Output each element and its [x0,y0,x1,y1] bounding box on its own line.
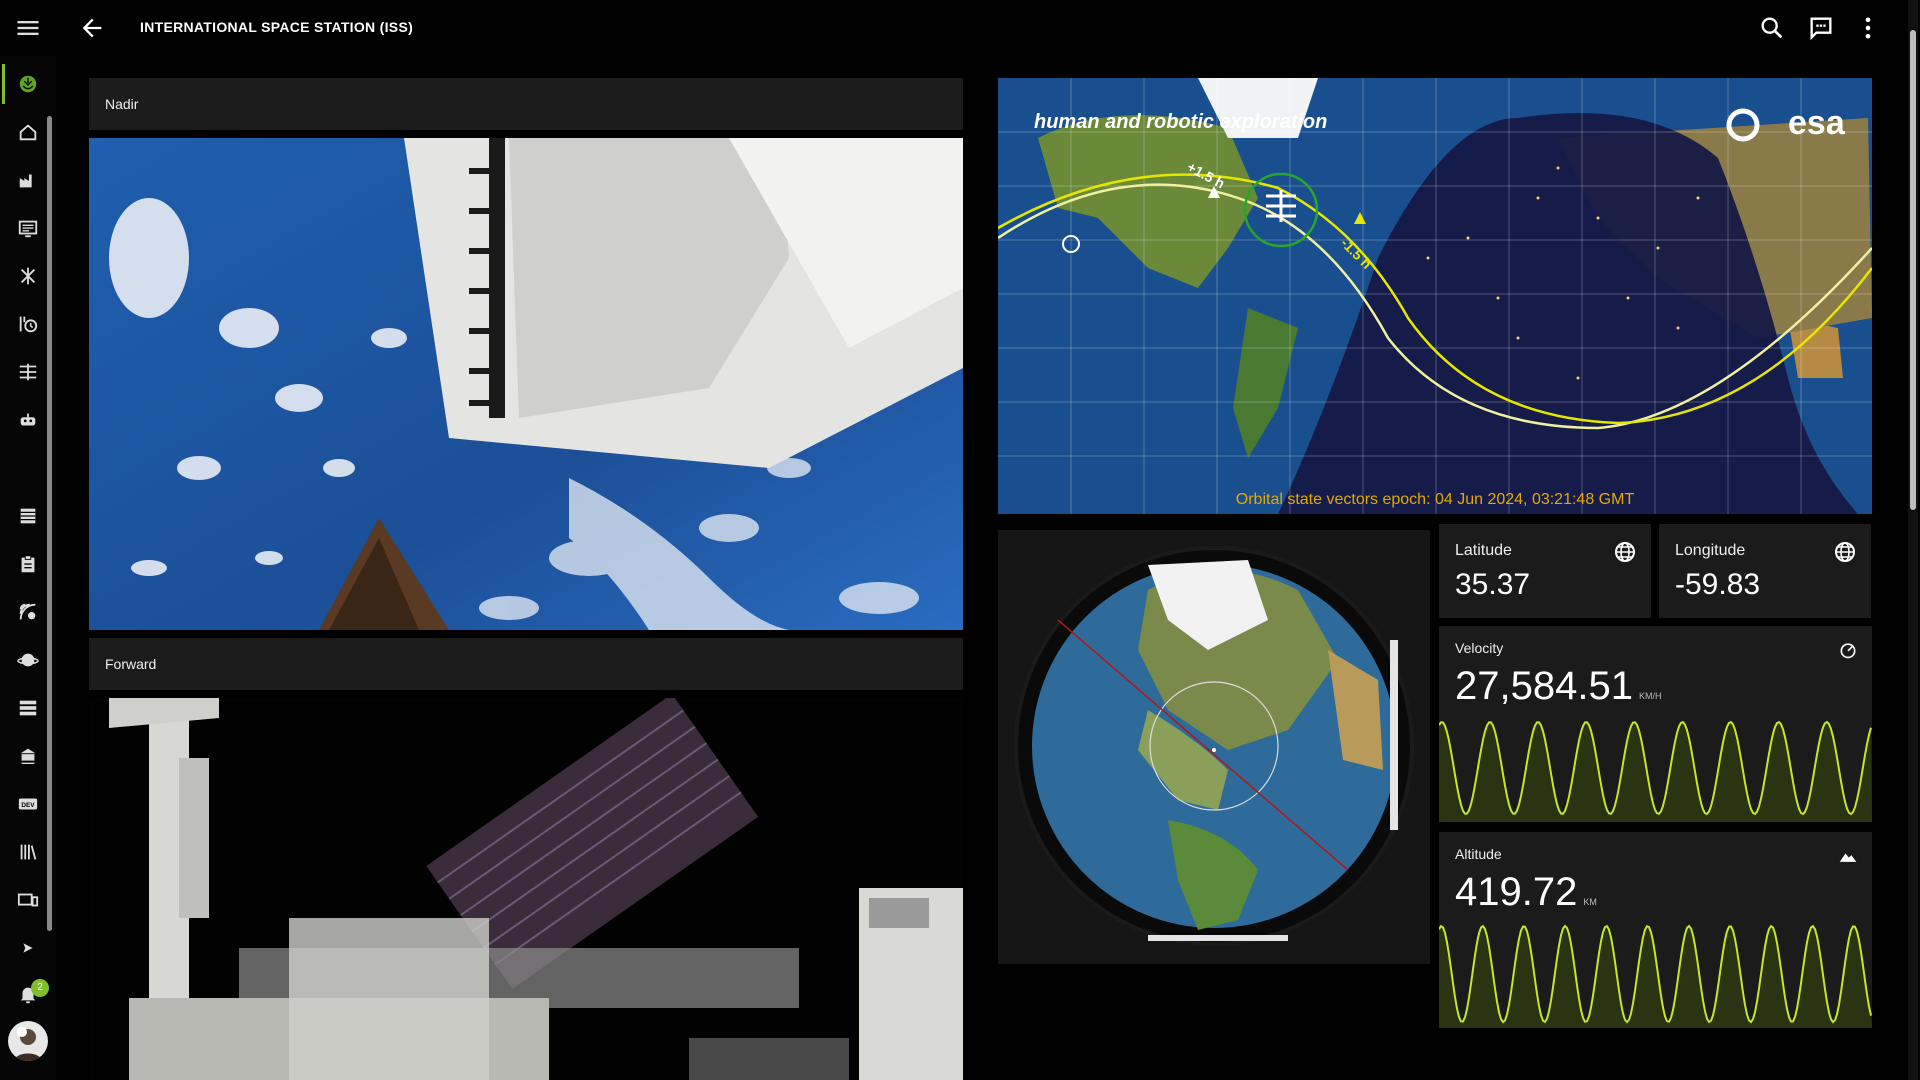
devices-icon[interactable] [14,886,42,914]
astronaut-icon[interactable] [14,262,42,290]
hamburger-menu-icon[interactable] [14,14,42,42]
velocity-value: 27,584.51 [1455,664,1633,708]
nadir-feed-header: Nadir [89,78,963,130]
svg-text:DEV: DEV [21,802,35,809]
top-app-bar: INTERNATIONAL SPACE STATION (ISS) [0,0,1920,56]
longitude-label: Longitude [1675,542,1746,559]
server-list-icon[interactable] [14,694,42,722]
esa-logo-text: esa [1788,104,1846,142]
altitude-sparkline [1439,924,1872,1028]
forward-camera-feed[interactable] [89,698,963,1080]
dev-badge-icon[interactable]: DEV [14,790,42,818]
chat-icon[interactable] [1807,14,1835,42]
home-icon[interactable] [14,118,42,146]
globe-icon [1615,542,1635,562]
latitude-value: 35.37 [1455,568,1531,601]
map-banner-text: human and robotic exploration [1034,111,1327,133]
velocity-sparkline [1439,720,1872,822]
speedometer-icon [1840,643,1856,659]
page-title: INTERNATIONAL SPACE STATION (ISS) [140,19,414,35]
altitude-card: Altitude 419.72 KM [1439,832,1872,1028]
page-scrollbar[interactable] [1908,0,1918,1080]
globe-icon [1835,542,1855,562]
longitude-value: -59.83 [1675,568,1761,601]
velocity-label: Velocity [1455,640,1504,656]
schedule-tools-icon[interactable] [14,310,42,338]
search-icon[interactable] [1758,14,1786,42]
clipboard-icon[interactable] [14,550,42,578]
nadir-feed-label: Nadir [105,96,139,112]
more-vert-icon[interactable] [1854,14,1882,42]
mountain-icon [1839,853,1857,862]
rebel-emblem-icon[interactable] [14,70,42,98]
globe-view[interactable] [998,530,1430,964]
velocity-card: Velocity 27,584.51 KM/H [1439,626,1872,822]
altitude-label: Altitude [1455,846,1502,862]
satellite-signal-icon[interactable] [14,598,42,626]
planet-icon[interactable] [14,646,42,674]
rail-active-indicator [2,64,5,104]
library-icon[interactable] [14,838,42,866]
send-icon[interactable] [14,934,42,962]
velocity-unit: KM/H [1638,691,1662,701]
latitude-card: Latitude 35.37 [1439,524,1651,618]
news-icon[interactable] [14,214,42,242]
forward-feed-label: Forward [105,656,157,672]
forward-feed-header: Forward [89,638,963,690]
esa-ground-track-map[interactable]: human and robotic exploration esa +1.5 h… [998,78,1872,514]
back-arrow-icon[interactable] [78,14,106,42]
page-scrollbar-thumb[interactable] [1910,30,1916,510]
notification-badge: 2 [31,979,49,997]
latitude-label: Latitude [1455,542,1512,559]
epoch-text: Orbital state vectors epoch: 04 Jun 2024… [1236,491,1635,508]
user-avatar[interactable] [8,1021,48,1061]
robot-icon[interactable] [14,406,42,434]
factory-icon[interactable] [14,166,42,194]
film-strip-icon[interactable] [14,502,42,530]
nadir-camera-feed[interactable] [89,138,963,630]
stations-icon[interactable] [14,358,42,386]
altitude-value: 419.72 [1455,870,1578,914]
longitude-card: Longitude -59.83 [1659,524,1871,618]
rail-scrollbar[interactable] [47,116,52,931]
hackathon-icon[interactable] [14,742,42,770]
altitude-unit: KM [1583,897,1597,907]
